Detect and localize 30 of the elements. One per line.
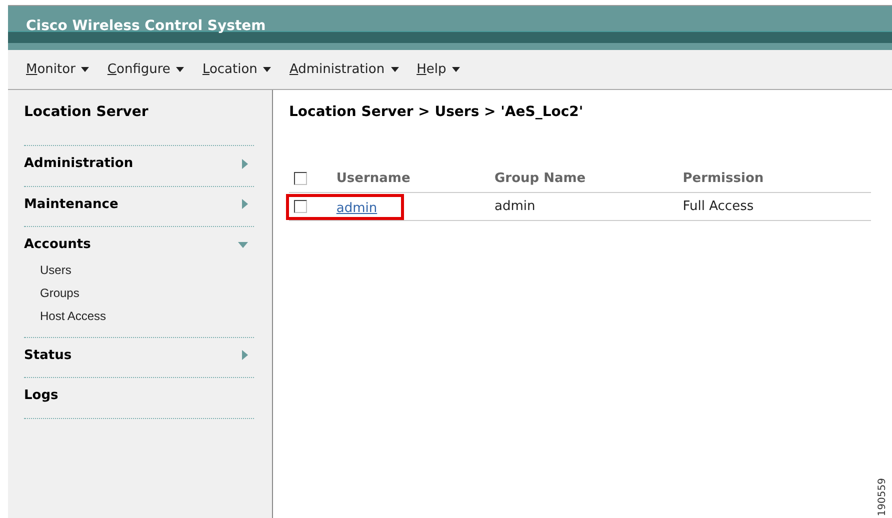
sidebar-subitem[interactable]: Host Access — [40, 306, 106, 324]
checkbox[interactable] — [294, 172, 307, 185]
caret-down-icon — [390, 67, 399, 72]
caret-down-icon — [176, 67, 184, 72]
sidebar-subitem[interactable]: Users — [40, 260, 72, 278]
menu-item[interactable]: Location — [202, 60, 272, 80]
menu-item[interactable]: Administration — [289, 60, 399, 80]
sidebar-title: Location Server — [23, 103, 150, 122]
column-header: Group Name — [494, 170, 587, 188]
sidebar-item[interactable]: Maintenance — [24, 194, 118, 214]
table-cell-text: admin — [494, 198, 536, 216]
menu-item[interactable]: Monitor — [26, 60, 90, 80]
breadcrumb: Location Server > Users > 'AeS_Loc2' — [289, 103, 584, 122]
table-cell-text: Full Access — [682, 198, 755, 216]
username-link[interactable]: admin — [336, 200, 378, 216]
menu-item[interactable]: Help — [416, 60, 460, 80]
window-title: Cisco Wireless Control System — [26, 17, 266, 35]
sidebar-item[interactable]: Accounts — [24, 235, 91, 254]
checkbox[interactable] — [294, 200, 307, 213]
menu-item[interactable]: Configure — [107, 60, 184, 80]
sidebar-subitem[interactable]: Groups — [40, 284, 80, 302]
sidebar-item[interactable]: Status — [24, 346, 72, 365]
column-header: Username — [336, 170, 412, 188]
sidebar-item[interactable]: Administration — [24, 154, 134, 174]
figure-number: 190559 — [876, 478, 889, 516]
column-header: Permission — [682, 170, 765, 188]
caret-down-icon — [81, 67, 90, 72]
sidebar-item[interactable]: Logs — [24, 386, 58, 406]
caret-down-icon — [452, 67, 460, 72]
caret-down-icon — [263, 67, 272, 72]
